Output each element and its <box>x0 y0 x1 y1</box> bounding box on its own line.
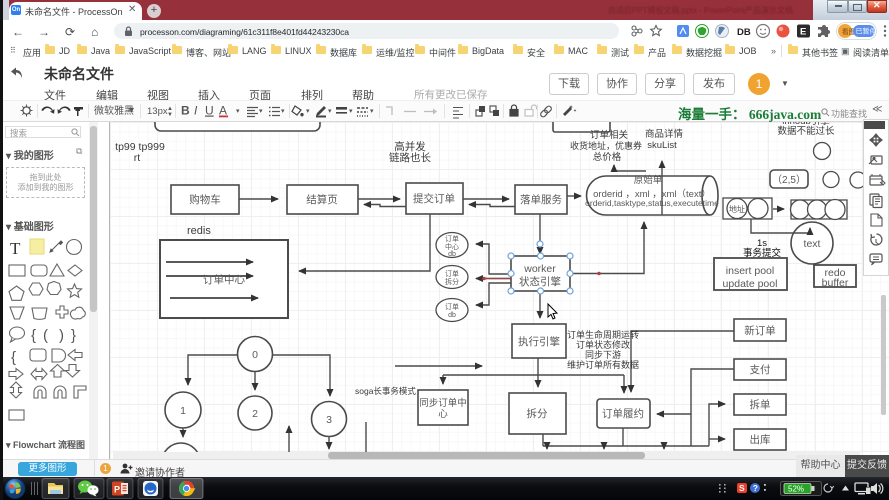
svg-text:订单生命周期运转: 订单生命周期运转 <box>567 329 639 340</box>
svg-text:B: B <box>181 104 190 118</box>
svg-text:U: U <box>205 104 214 118</box>
svg-text:状态引擎: 状态引擎 <box>519 275 561 288</box>
svg-text:soga长事务模式: soga长事务模式 <box>355 386 416 396</box>
svg-text:中心: 中心 <box>445 242 459 251</box>
svg-text:1: 1 <box>180 405 186 417</box>
svg-text:微软雅黑: 微软雅黑 <box>94 104 134 117</box>
svg-text:订单相关: 订单相关 <box>590 129 629 141</box>
svg-text:拆单: 拆单 <box>750 398 771 411</box>
svg-text:▾: ▾ <box>129 105 134 116</box>
svg-text:订单: 订单 <box>445 234 459 243</box>
svg-text:订单状态修改: 订单状态修改 <box>576 339 630 350</box>
svg-text:出库: 出库 <box>750 433 771 446</box>
svg-text:db: db <box>448 312 456 319</box>
svg-text:已暂停: 已暂停 <box>856 27 877 36</box>
svg-text:新订单: 新订单 <box>744 324 776 337</box>
svg-text:链路也长: 链路也长 <box>389 151 431 164</box>
svg-text:收货地址，优惠券: 收货地址，优惠券 <box>570 140 642 151</box>
svg-text:原始单: 原始单 <box>634 174 663 186</box>
svg-text:数据不能过长: 数据不能过长 <box>777 125 835 137</box>
svg-text:skuList: skuList <box>647 140 677 151</box>
svg-text:▾: ▾ <box>328 108 332 115</box>
svg-text:商品详情: 商品详情 <box>645 128 684 140</box>
svg-text:13px: 13px <box>147 106 168 117</box>
svg-text:P: P <box>114 485 120 495</box>
svg-text:db: db <box>448 251 456 258</box>
svg-text:同步下游: 同步下游 <box>585 349 621 360</box>
svg-text:订单中心: 订单中心 <box>203 273 245 286</box>
svg-text:): ) <box>59 327 64 344</box>
svg-text:同步订单中: 同步订单中 <box>419 397 467 409</box>
svg-text:订单: 订单 <box>445 269 459 278</box>
svg-text:I: I <box>194 104 198 118</box>
svg-text:2: 2 <box>252 408 258 420</box>
svg-text:支付: 支付 <box>750 363 771 376</box>
svg-text:▾: ▾ <box>306 108 310 115</box>
svg-text:执行引擎: 执行引擎 <box>518 335 560 348</box>
svg-text:落单服务: 落单服务 <box>520 193 562 206</box>
svg-text:3: 3 <box>326 414 332 426</box>
svg-text:▾: ▾ <box>349 108 353 115</box>
svg-text:text: text <box>804 238 821 250</box>
svg-text:}: } <box>71 327 76 344</box>
svg-text:提交订单: 提交订单 <box>413 192 455 205</box>
svg-text:▾: ▾ <box>259 108 263 115</box>
svg-text:52%: 52% <box>788 485 804 494</box>
svg-text:▾: ▾ <box>281 108 285 115</box>
svg-text:维护订单所有数据: 维护订单所有数据 <box>567 359 639 370</box>
svg-text:订单: 订单 <box>445 302 459 311</box>
svg-text:心: 心 <box>438 409 448 420</box>
svg-text:E: E <box>800 27 806 38</box>
svg-text:rt: rt <box>134 152 140 164</box>
svg-text:拆分: 拆分 <box>527 407 548 420</box>
svg-text:（2,5）: （2,5） <box>772 174 806 186</box>
svg-text:(: ( <box>43 327 48 344</box>
svg-text:{: { <box>11 349 16 366</box>
svg-text:worker: worker <box>523 263 556 275</box>
svg-text:▾: ▾ <box>370 108 374 115</box>
svg-text:buffer: buffer <box>822 277 849 289</box>
svg-text:?: ? <box>753 483 758 493</box>
svg-text:结算页: 结算页 <box>306 193 338 206</box>
svg-text:▼: ▼ <box>167 112 173 118</box>
svg-text:购物车: 购物车 <box>189 193 221 206</box>
svg-text:orderid,tasktype,status,execut: orderid,tasktype,status,executetime <box>585 198 719 208</box>
svg-text:▾: ▾ <box>236 108 240 115</box>
svg-text:S: S <box>739 483 745 493</box>
svg-text:{: { <box>31 327 36 344</box>
svg-text:redis: redis <box>187 225 211 237</box>
svg-text:insert pool: insert pool <box>726 265 774 277</box>
svg-text:T: T <box>10 239 21 258</box>
svg-text:DB: DB <box>737 27 751 38</box>
svg-text:地址: 地址 <box>729 204 745 214</box>
svg-text:update pool: update pool <box>723 278 778 290</box>
svg-text:A: A <box>219 104 227 118</box>
svg-text:总价格: 总价格 <box>593 151 622 163</box>
svg-text:订单履约: 订单履约 <box>602 407 644 420</box>
svg-text:事务提交: 事务提交 <box>743 247 782 259</box>
svg-text:拆分: 拆分 <box>445 277 459 286</box>
svg-text:0: 0 <box>252 349 258 361</box>
